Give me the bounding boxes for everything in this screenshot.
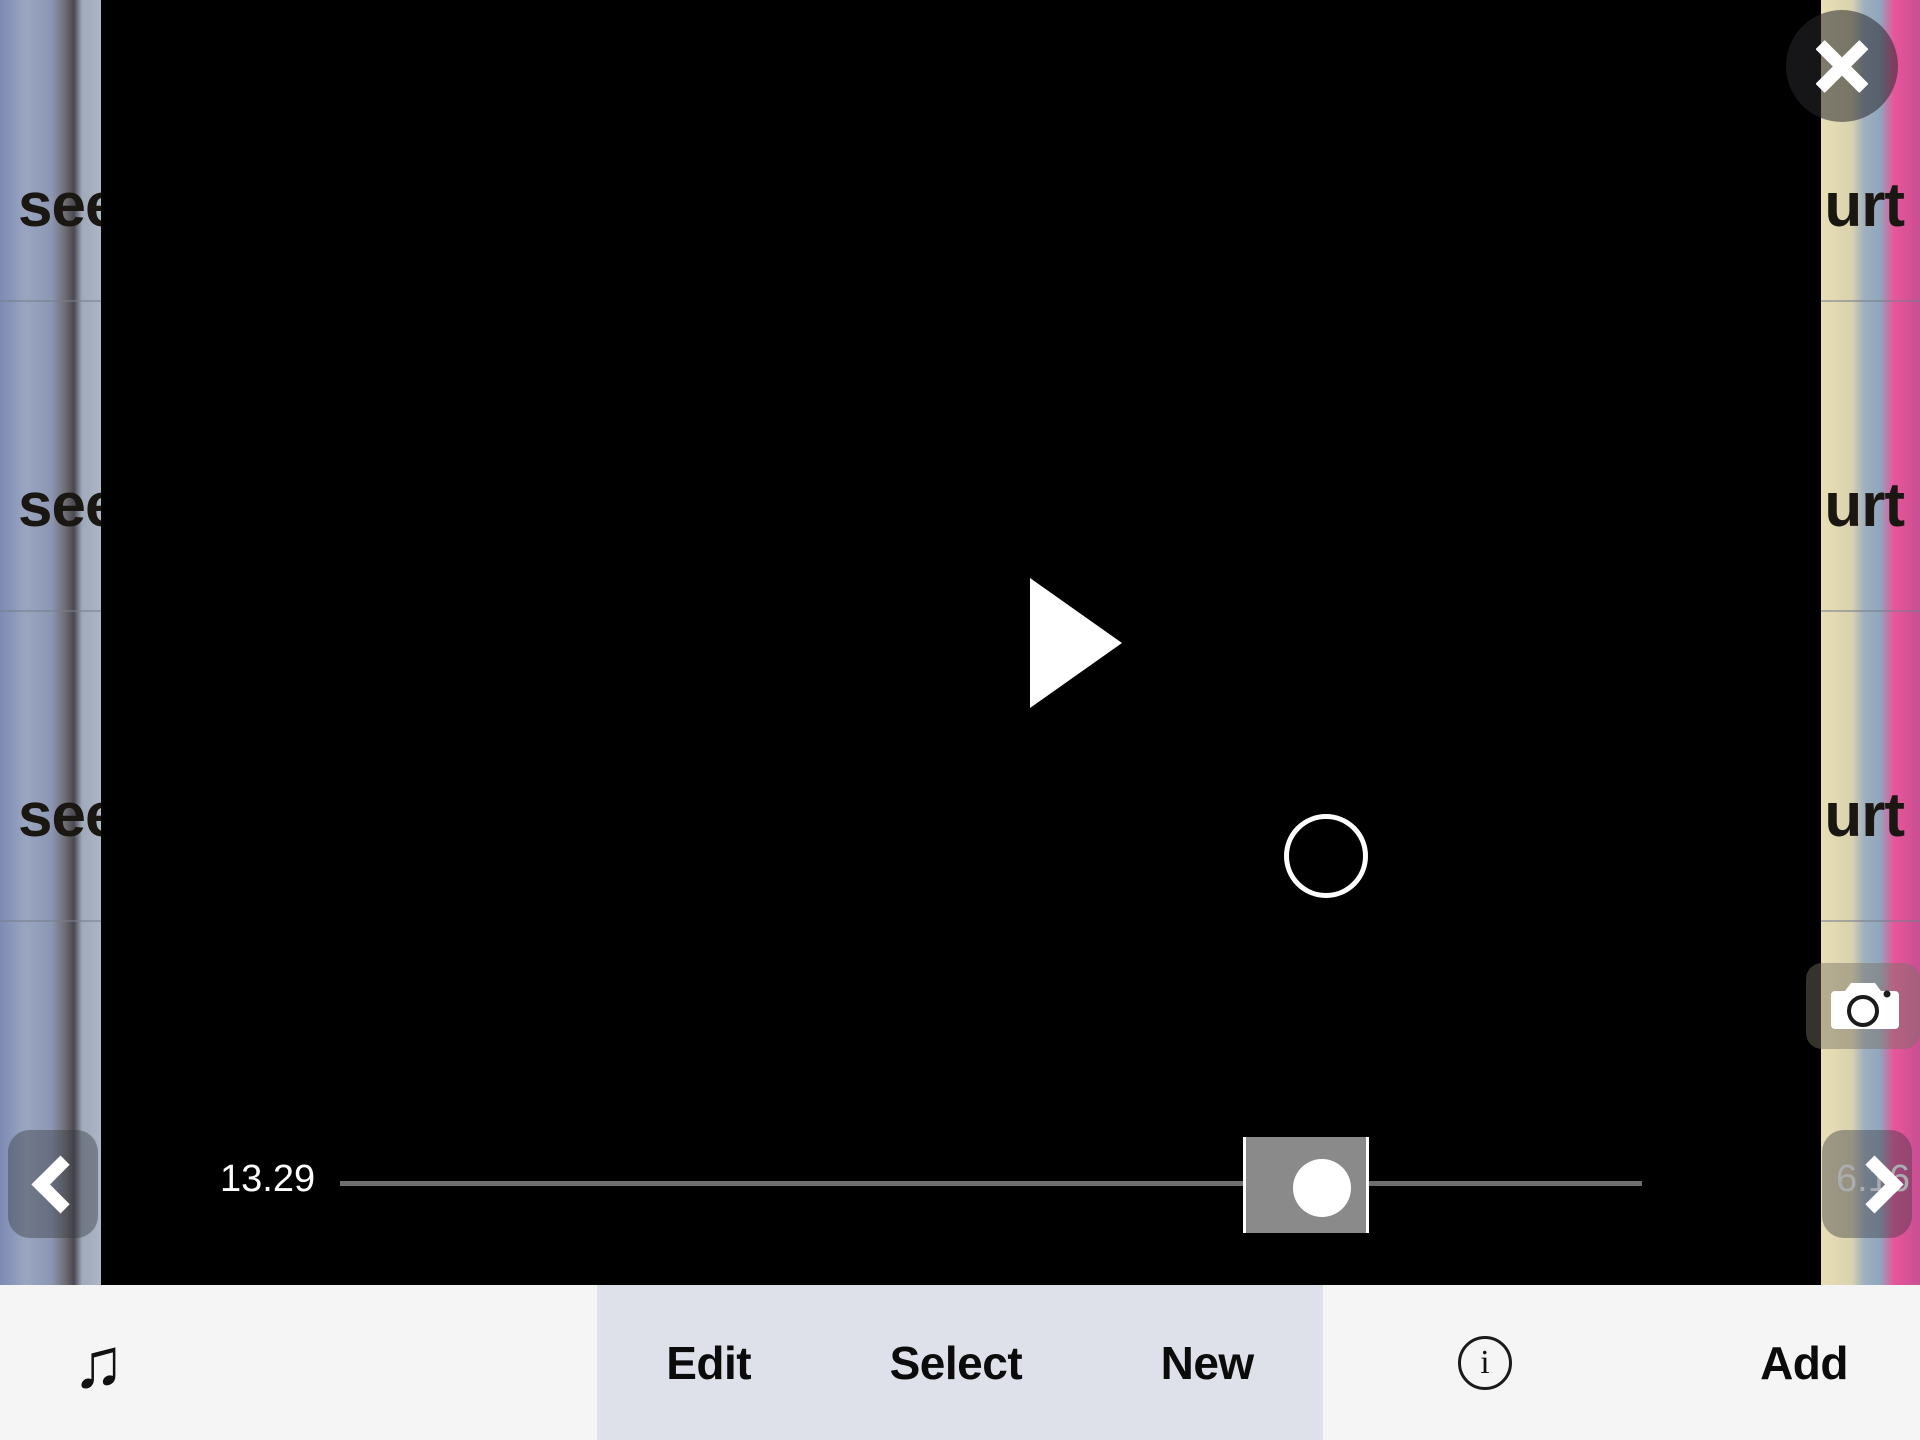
chevron-left-glyph <box>38 1157 68 1211</box>
bottom-toolbar: ♫ Edit Select New i Add <box>0 1285 1920 1440</box>
close-x-icon[interactable] <box>1786 10 1898 122</box>
play-triangle-icon[interactable] <box>1030 578 1122 708</box>
scrub-thumb[interactable] <box>1293 1159 1351 1217</box>
new-button[interactable]: New <box>1161 1336 1255 1390</box>
backdrop-text-right: urt <box>1824 781 1905 850</box>
camera-icon[interactable] <box>1806 963 1920 1049</box>
toolbar-right-section: i Add <box>1323 1285 1920 1440</box>
music-note-icon[interactable]: ♫ <box>72 1328 125 1398</box>
add-button[interactable]: Add <box>1760 1336 1848 1390</box>
select-button[interactable]: Select <box>890 1336 1023 1390</box>
chevron-right-glyph <box>1852 1157 1882 1211</box>
video-preview-canvas[interactable]: 13.29 6.16 <box>101 0 1910 1285</box>
info-circle-icon[interactable]: i <box>1458 1335 1512 1390</box>
elapsed-time-label: 13.29 <box>220 1158 316 1200</box>
app-screen: see urt see urt see urt 13.29 6.16 ♫ Edi… <box>0 0 1920 1440</box>
record-circle-icon[interactable] <box>1284 814 1368 898</box>
toolbar-active-segment: Edit Select New <box>597 1285 1323 1440</box>
edit-button[interactable]: Edit <box>666 1336 751 1390</box>
backdrop-text-right: urt <box>1824 171 1905 240</box>
toolbar-left-section: ♫ <box>0 1285 597 1440</box>
backdrop-text-right: urt <box>1824 471 1905 540</box>
chevron-right-icon[interactable] <box>1822 1130 1912 1238</box>
timeline-track[interactable] <box>340 1181 1642 1186</box>
camera-glyph <box>1831 983 1899 1029</box>
timeline-scrubber: 13.29 6.16 <box>202 1128 1920 1238</box>
chevron-left-icon[interactable] <box>8 1130 98 1238</box>
